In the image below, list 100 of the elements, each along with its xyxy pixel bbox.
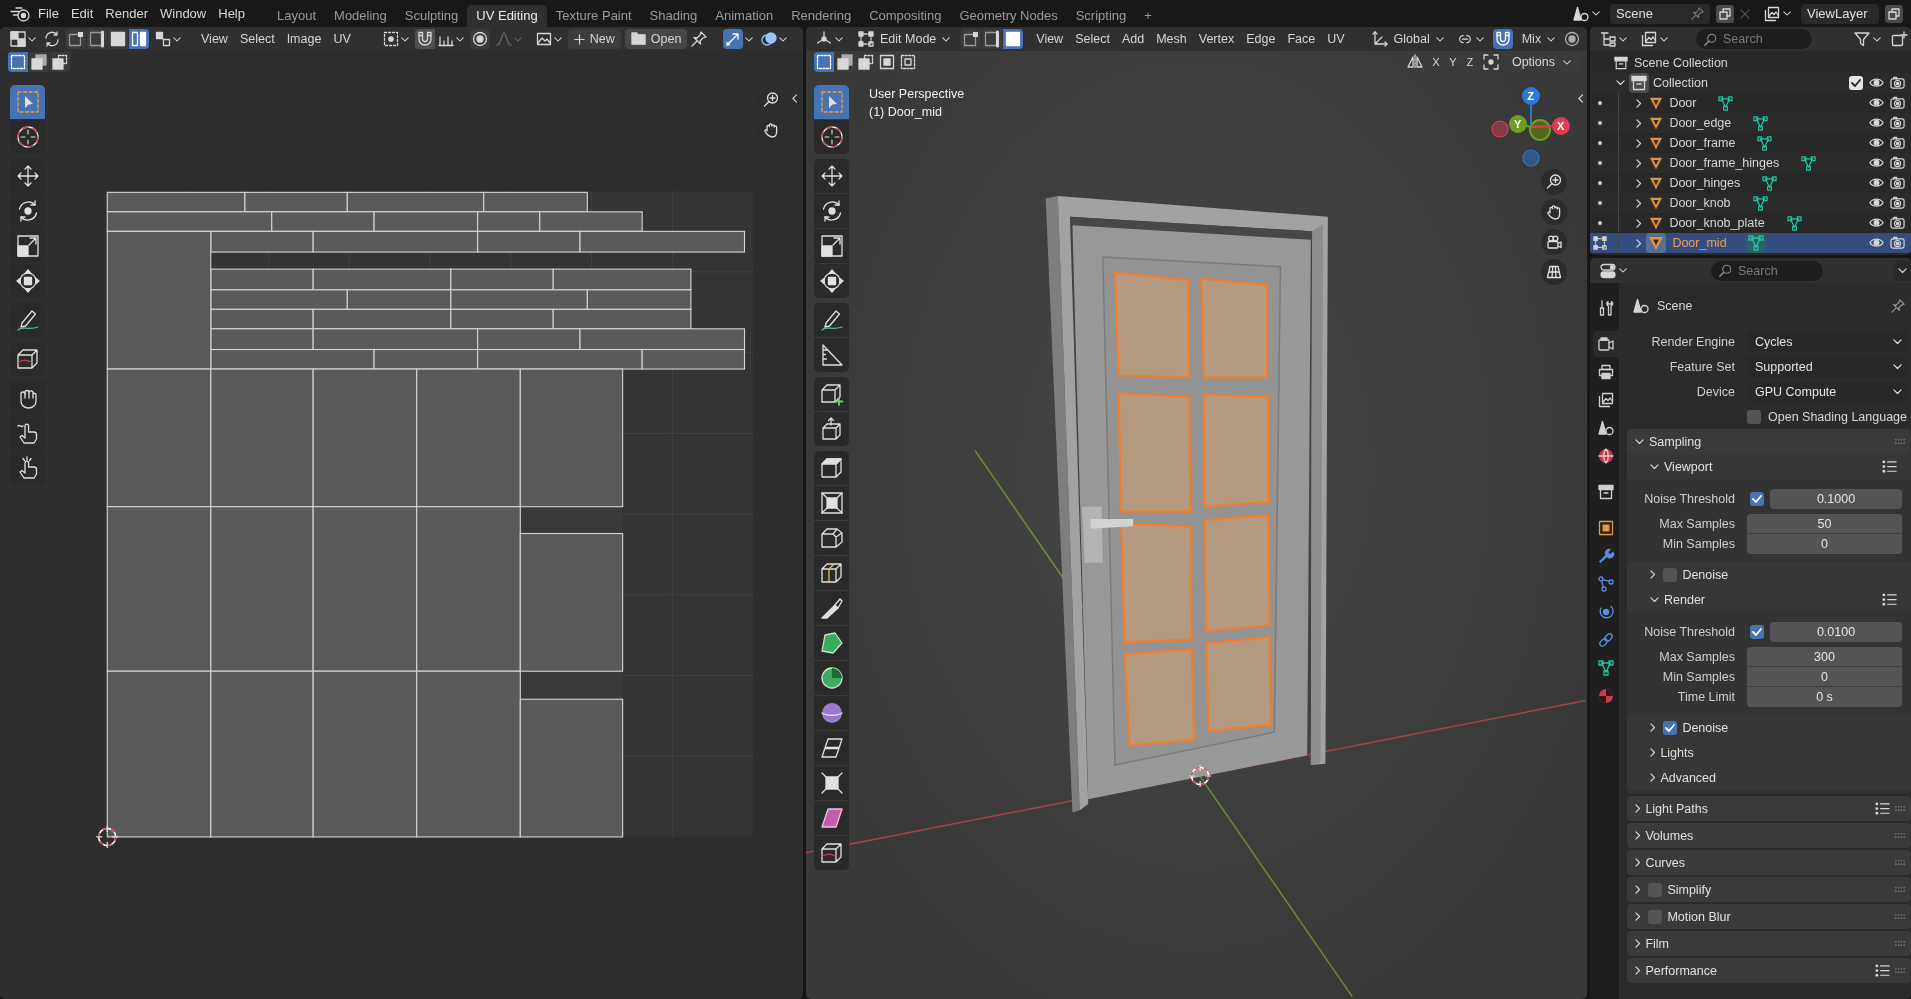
mirror-icon[interactable] [1406, 54, 1423, 70]
menu-item[interactable]: Mesh [1150, 29, 1193, 49]
dropdown[interactable]: Cycles [1747, 331, 1908, 352]
search-field[interactable]: Search [1696, 29, 1812, 49]
panel-header[interactable]: Volumes [1627, 823, 1911, 848]
snap-toggle[interactable] [414, 29, 435, 49]
number-field[interactable]: 0 [1747, 534, 1902, 554]
bullet-list-icon[interactable] [1875, 801, 1890, 816]
subpanel-header[interactable]: Denoise [1627, 562, 1911, 587]
object-name[interactable]: Door_mid [1672, 236, 1727, 250]
eye-icon[interactable] [1869, 137, 1884, 149]
workspace-tab[interactable]: Geometry Nodes [950, 5, 1067, 27]
chevron-icon[interactable] [1636, 158, 1642, 168]
chevron-icon[interactable] [1636, 218, 1642, 228]
mode-button[interactable] [108, 29, 128, 49]
camera-icon[interactable] [1890, 136, 1905, 150]
copy-icon[interactable] [1885, 4, 1903, 23]
checkbox[interactable] [1663, 567, 1678, 582]
open-image-button[interactable]: Open [624, 29, 688, 49]
mode-button[interactable] [66, 29, 86, 49]
number-field[interactable]: 300 [1747, 647, 1902, 667]
object-name[interactable]: Door_knob_plate [1669, 216, 1765, 230]
vertex-triangle-icon[interactable] [1801, 155, 1817, 171]
chevron-icon[interactable] [1616, 80, 1625, 86]
tool-button[interactable] [814, 303, 849, 337]
chevron-icon[interactable] [1636, 178, 1642, 188]
vertex-triangle-icon[interactable] [1757, 135, 1773, 151]
number-field[interactable]: 0.1000 [1770, 489, 1902, 509]
vertex-triangle-icon[interactable] [1752, 195, 1768, 211]
eye-icon[interactable] [1869, 197, 1884, 209]
menu-item[interactable]: Edge [1240, 29, 1282, 49]
grip-dots-icon[interactable] [1895, 833, 1905, 838]
chevron-icon[interactable] [1650, 463, 1659, 470]
object-name[interactable]: Door [1669, 96, 1697, 110]
chevron-icon[interactable] [1636, 198, 1642, 208]
panel-header[interactable]: Performance [1627, 958, 1911, 983]
chevron-icon[interactable] [1636, 238, 1642, 248]
chevron-icon[interactable] [1650, 596, 1659, 603]
grip-dots-icon[interactable] [1895, 860, 1905, 865]
subpanel-header[interactable]: Lights [1627, 740, 1911, 765]
movie-camera-icon[interactable] [1540, 229, 1567, 255]
tool-button[interactable] [814, 556, 849, 590]
menu-item[interactable]: Select [1069, 29, 1116, 49]
tool-button[interactable] [814, 766, 849, 800]
panel-header[interactable]: Curves [1627, 850, 1911, 875]
number-field[interactable]: 50 [1747, 514, 1902, 534]
menu-item[interactable]: Render [99, 3, 154, 24]
chevron-icon[interactable] [1635, 804, 1641, 813]
checkbox[interactable] [1663, 720, 1678, 735]
checkbox[interactable] [1747, 409, 1761, 424]
tool-button[interactable] [10, 381, 45, 415]
tool-button[interactable] [814, 451, 849, 485]
menu-item[interactable]: Window [154, 3, 213, 24]
chevron-icon[interactable] [1650, 723, 1656, 732]
workspace-tab[interactable]: Animation [706, 5, 783, 27]
tool-button[interactable] [814, 696, 849, 730]
camera-icon[interactable] [1890, 96, 1905, 110]
chevron-icon[interactable] [1577, 94, 1583, 103]
menu-item[interactable]: Add [1115, 29, 1151, 49]
tool-button[interactable] [814, 521, 849, 555]
tool-button[interactable] [814, 486, 849, 520]
checkbox[interactable] [1750, 492, 1764, 506]
gizmo-button[interactable] [721, 29, 756, 49]
checkbox[interactable] [1750, 625, 1764, 639]
tree-item-label[interactable]: Scene Collection [1634, 56, 1728, 70]
mode-button[interactable] [877, 52, 897, 72]
grip-dots-icon[interactable] [1895, 887, 1905, 892]
tool-button[interactable] [10, 416, 45, 450]
cursor-icon[interactable] [1188, 764, 1212, 788]
menu-item[interactable]: Image [280, 29, 328, 49]
options-dropdown[interactable] [1894, 260, 1911, 281]
workspace-tab[interactable]: Texture Paint [546, 5, 641, 27]
mode-button[interactable] [982, 29, 1003, 49]
eye-icon[interactable] [1869, 77, 1884, 89]
zoom-icon[interactable] [1540, 169, 1567, 195]
menu-item[interactable]: View [1030, 29, 1070, 49]
chevron-icon[interactable] [791, 94, 797, 103]
object-name[interactable]: Door_frame [1669, 136, 1736, 150]
menu-item[interactable]: File [32, 3, 65, 24]
properties-tab[interactable] [1593, 331, 1619, 357]
mode-button[interactable] [835, 52, 855, 72]
tool-button[interactable] [814, 412, 849, 446]
tool-button[interactable] [814, 377, 849, 411]
dropdown[interactable]: GPU Compute [1747, 381, 1908, 402]
snap-elements-dropdown[interactable]: Mix [1517, 29, 1560, 49]
mode-button[interactable] [29, 52, 49, 72]
tool-button[interactable] [814, 661, 849, 695]
corner-brackets-icon[interactable] [1482, 54, 1499, 70]
chevron-icon[interactable] [1636, 138, 1642, 148]
mode-button[interactable] [87, 29, 107, 49]
sync-selection-button[interactable] [42, 29, 62, 49]
panel-header[interactable]: Film [1627, 931, 1911, 956]
chevron-icon[interactable] [1635, 831, 1641, 840]
tool-button[interactable] [814, 338, 849, 372]
bullet-list-icon[interactable] [1875, 963, 1890, 978]
tool-button[interactable] [10, 229, 45, 263]
tool-button[interactable] [10, 303, 45, 337]
workspace-tab[interactable]: Shading [640, 5, 707, 27]
logo-icon[interactable] [10, 5, 30, 22]
eye-icon[interactable] [1869, 117, 1884, 129]
